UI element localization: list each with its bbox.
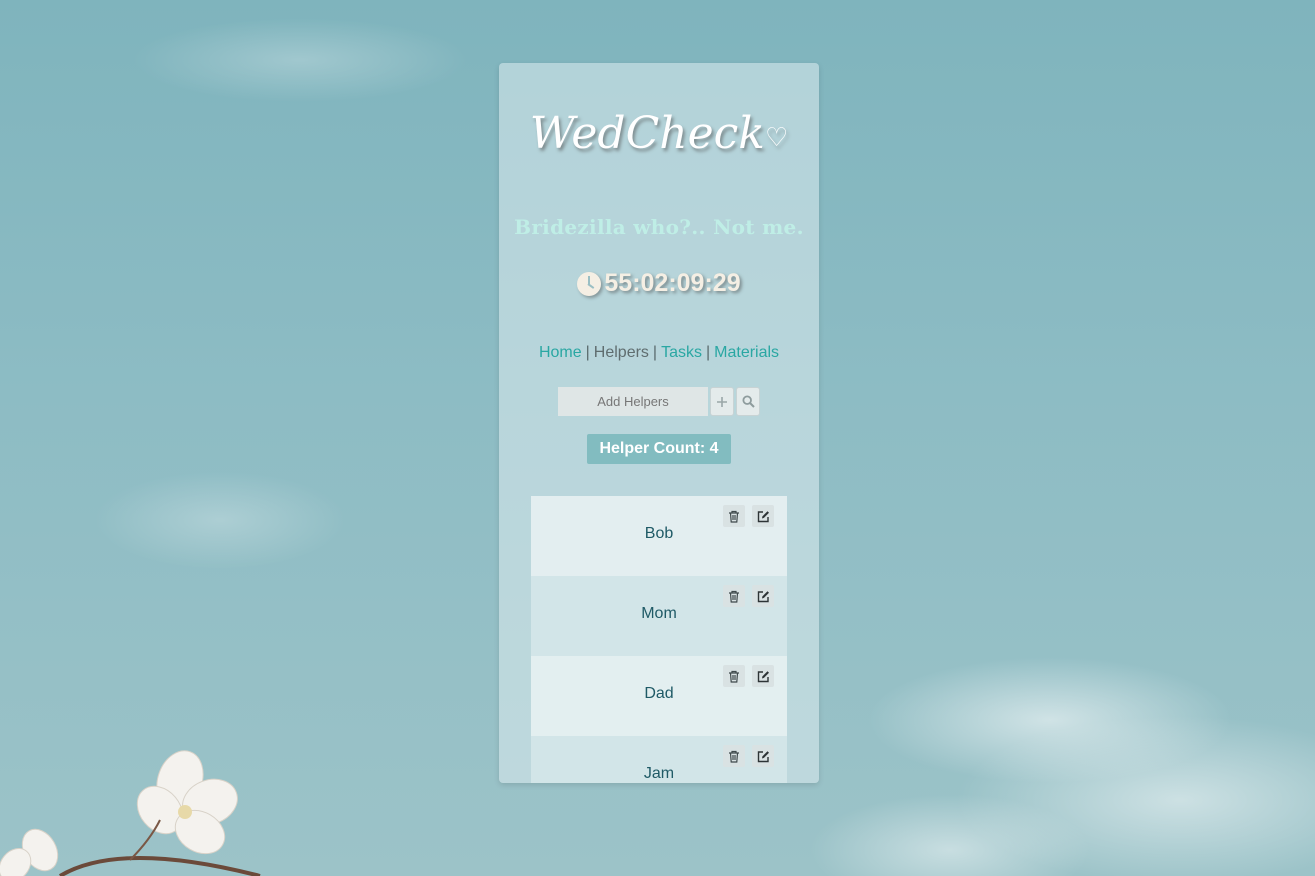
countdown-value: 55:02:09:29: [604, 269, 741, 297]
nav-separator: |: [585, 344, 590, 361]
helper-count-badge: Helper Count: 4: [587, 434, 731, 464]
delete-helper-button[interactable]: [723, 585, 745, 607]
edit-icon: [757, 670, 769, 682]
trash-icon: [729, 590, 739, 603]
nav-materials[interactable]: Materials: [714, 344, 779, 361]
trash-icon: [729, 750, 739, 763]
heart-check-icon: ♡: [764, 123, 789, 153]
edit-helper-button[interactable]: [752, 665, 774, 687]
delete-helper-button[interactable]: [723, 745, 745, 767]
search-icon: [741, 395, 755, 408]
add-helper-input[interactable]: [558, 387, 708, 416]
helper-row: Bob: [531, 496, 787, 576]
helper-row: Mom: [531, 576, 787, 656]
delete-helper-button[interactable]: [723, 665, 745, 687]
tagline: Bridezilla who?.. Not me.: [514, 215, 804, 239]
add-helper-button[interactable]: [710, 387, 734, 416]
nav-home[interactable]: Home: [539, 344, 582, 361]
flower-decoration: [0, 750, 261, 876]
main-panel: WedCheck♡ Bridezilla who?.. Not me. 55:0…: [499, 63, 819, 783]
nav-helpers[interactable]: Helpers: [594, 344, 649, 361]
search-helper-button[interactable]: [736, 387, 760, 416]
nav-tasks[interactable]: Tasks: [661, 344, 702, 361]
edit-helper-button[interactable]: [752, 585, 774, 607]
main-nav: Home | Helpers | Tasks | Materials: [499, 344, 819, 362]
edit-helper-button[interactable]: [752, 505, 774, 527]
app-logo: WedCheck♡: [499, 108, 819, 159]
edit-icon: [757, 590, 769, 602]
helper-name: Bob: [644, 525, 674, 542]
clock-icon: [577, 271, 602, 296]
helper-row: Dad: [531, 656, 787, 736]
plus-icon: [717, 396, 727, 407]
edit-icon: [757, 750, 769, 762]
edit-helper-button[interactable]: [752, 745, 774, 767]
wedding-countdown: 55:02:09:29: [499, 269, 819, 298]
app-title: WedCheck: [529, 108, 765, 159]
helper-name: Jam: [643, 765, 675, 782]
add-helper-form: [558, 387, 760, 416]
helper-list: Bob Mom Dad Jam: [531, 496, 787, 783]
delete-helper-button[interactable]: [723, 505, 745, 527]
trash-icon: [729, 510, 739, 523]
nav-separator: |: [652, 344, 658, 361]
trash-icon: [729, 670, 739, 683]
helper-row: Jam: [531, 736, 787, 783]
nav-separator: |: [705, 344, 711, 361]
helper-name: Dad: [644, 685, 674, 702]
edit-icon: [757, 510, 769, 522]
helper-name: Mom: [641, 605, 677, 622]
